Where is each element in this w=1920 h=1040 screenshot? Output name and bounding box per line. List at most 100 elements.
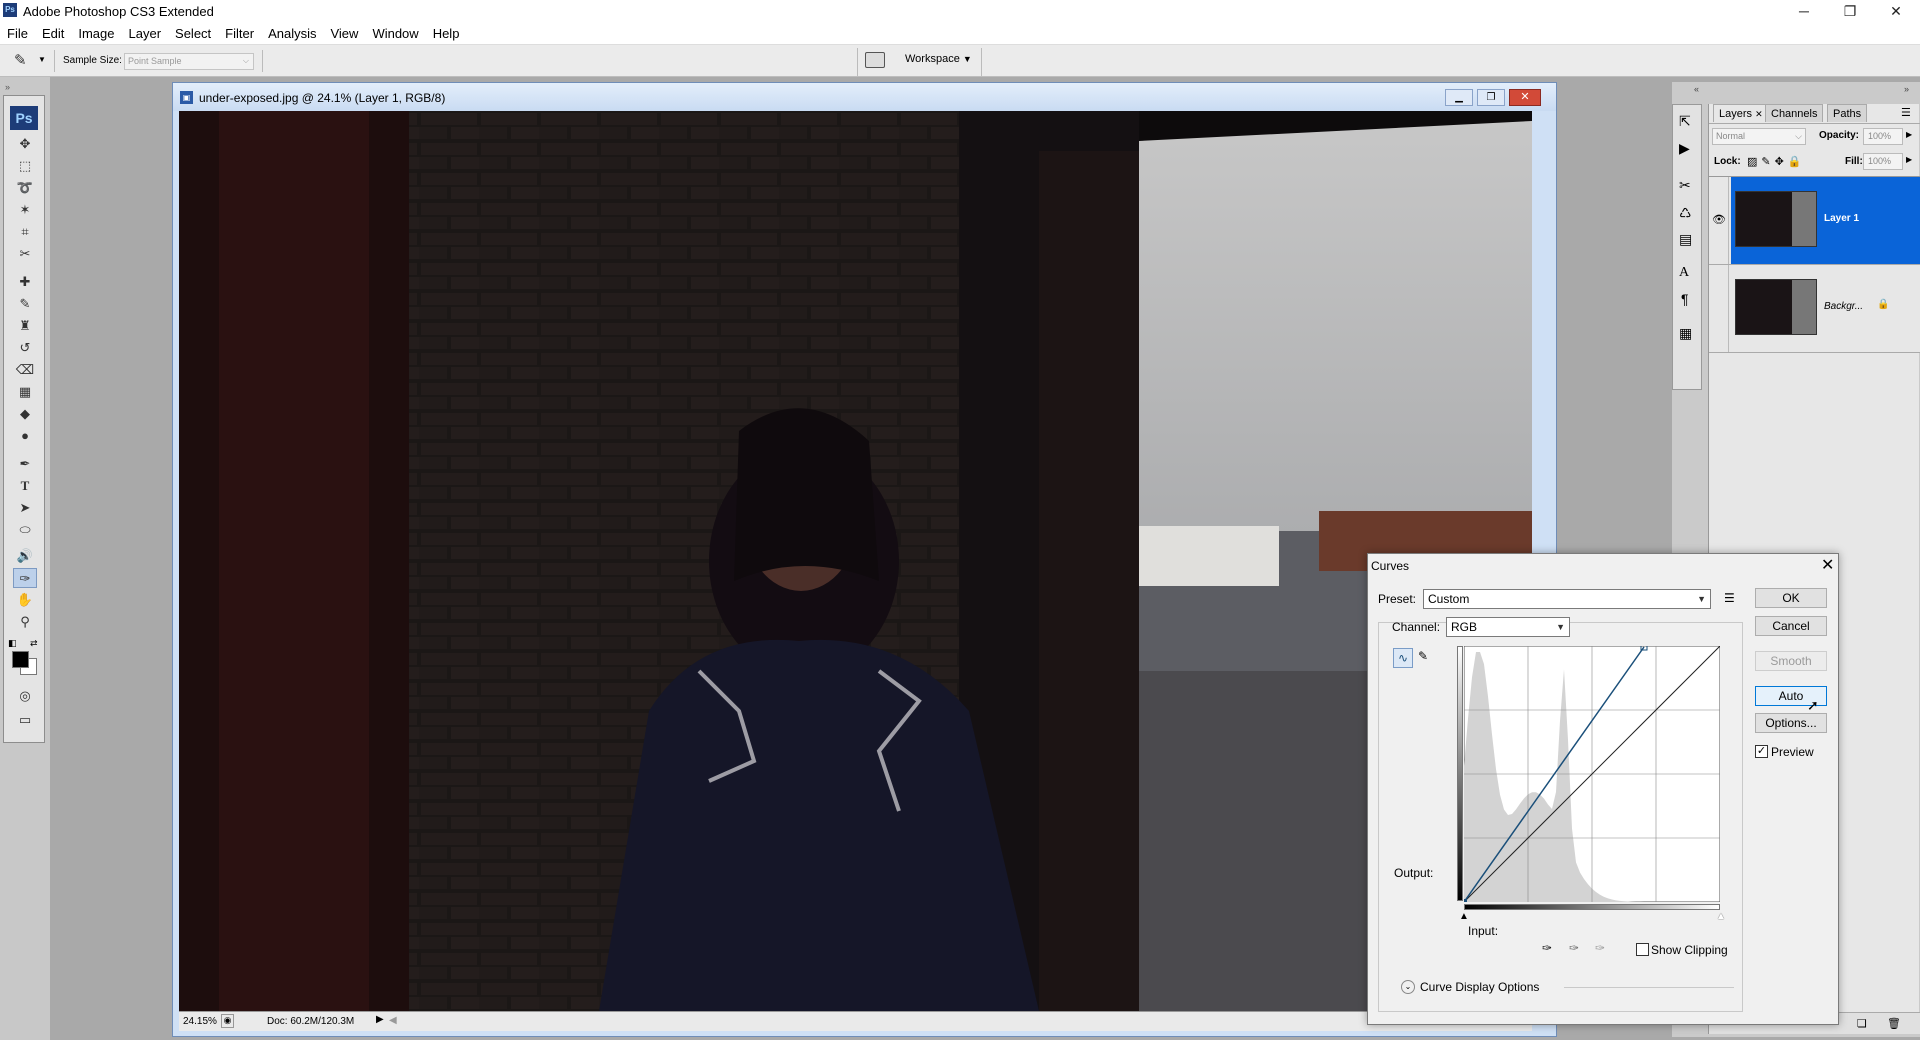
layer-row[interactable]: 👁 Layer 1 xyxy=(1709,177,1920,264)
menu-help[interactable]: Help xyxy=(426,23,467,44)
menu-window[interactable]: Window xyxy=(365,23,425,44)
workspace-menu[interactable]: Workspace ▼ xyxy=(905,53,972,65)
curve-point-tool-icon[interactable]: ∿ xyxy=(1393,648,1413,668)
white-eyedropper-icon[interactable]: ✑ xyxy=(1595,941,1605,955)
scroll-left-icon[interactable]: ◀ xyxy=(389,1015,397,1026)
path-select-icon[interactable]: ➤ xyxy=(13,498,37,518)
shape-tool-icon[interactable]: ⬭ xyxy=(13,520,37,540)
layer-name[interactable]: Backgr... xyxy=(1824,301,1863,312)
opacity-slider-arrow-icon[interactable]: ▶ xyxy=(1906,130,1912,139)
quick-mask-icon[interactable]: ◎ xyxy=(13,686,37,706)
pencil-tool-icon[interactable]: ✎ xyxy=(1418,649,1428,663)
menu-analysis[interactable]: Analysis xyxy=(261,23,323,44)
menu-file[interactable]: File xyxy=(0,23,35,44)
menu-image[interactable]: Image xyxy=(71,23,121,44)
dodge-tool-icon[interactable]: ● xyxy=(13,426,37,446)
curve-graph[interactable] xyxy=(1461,643,1721,905)
gradient-tool-icon[interactable]: ▦ xyxy=(13,382,37,402)
opacity-field[interactable]: 100% xyxy=(1863,128,1903,145)
bridge-icon[interactable] xyxy=(865,52,885,68)
pen-tool-icon[interactable]: ✒ xyxy=(13,454,37,474)
collapse-arrows-icon[interactable]: » xyxy=(5,82,10,92)
navigator-panel-icon[interactable]: ⇱ xyxy=(1679,113,1691,130)
white-point-slider[interactable]: ▲ xyxy=(1716,911,1726,922)
menu-layer[interactable]: Layer xyxy=(122,23,169,44)
lasso-tool-icon[interactable]: ➰ xyxy=(13,178,37,198)
doc-minimize-button[interactable]: ▁ xyxy=(1445,89,1473,106)
lock-icons[interactable]: ▨✎✥🔒 xyxy=(1747,155,1806,168)
tab-layers[interactable]: Layers ✕ xyxy=(1713,104,1769,122)
move-tool-icon[interactable]: ✥ xyxy=(13,134,37,154)
info-panel-icon[interactable]: ▦ xyxy=(1679,325,1692,342)
doc-close-button[interactable]: ✕ xyxy=(1509,89,1541,106)
foreground-color-swatch[interactable] xyxy=(12,651,29,668)
layer-name[interactable]: Layer 1 xyxy=(1824,213,1859,224)
image-canvas[interactable] xyxy=(179,111,1532,1011)
preset-options-icon[interactable]: ☰ xyxy=(1724,591,1735,605)
visibility-toggle[interactable]: 👁 xyxy=(1709,177,1729,264)
expand-arrows-icon[interactable]: « xyxy=(1694,84,1699,94)
expand-chevron-icon[interactable]: ⌄ xyxy=(1401,980,1415,994)
smooth-button[interactable]: Smooth xyxy=(1755,651,1827,671)
clone-stamp-icon[interactable]: ♜ xyxy=(13,316,37,336)
menu-select[interactable]: Select xyxy=(168,23,218,44)
status-menu-arrow-icon[interactable]: ▶ xyxy=(376,1014,384,1025)
eyedropper-tool-icon[interactable]: ✑ xyxy=(13,568,37,588)
zoom-tool-icon[interactable]: ⚲ xyxy=(13,612,37,632)
menu-filter[interactable]: Filter xyxy=(218,23,261,44)
clone-source-icon[interactable]: ♺ xyxy=(1679,205,1692,222)
maximize-button[interactable]: ❐ xyxy=(1827,0,1873,23)
tab-paths[interactable]: Paths xyxy=(1827,104,1868,122)
close-tab-icon[interactable]: ✕ xyxy=(1755,109,1763,119)
visibility-toggle[interactable] xyxy=(1709,265,1729,352)
black-eyedropper-icon[interactable]: ✑ xyxy=(1542,941,1552,955)
panel-menu-icon[interactable]: ☰ xyxy=(1901,106,1911,119)
zoom-level[interactable]: 24.15% xyxy=(183,1016,217,1027)
new-layer-icon[interactable]: ❏ xyxy=(1857,1017,1867,1030)
slice-tool-icon[interactable]: ✂ xyxy=(13,244,37,264)
tools-panel-icon[interactable]: ✂ xyxy=(1679,177,1691,194)
ok-button[interactable]: OK xyxy=(1755,588,1827,608)
layer-comps-icon[interactable]: ▤ xyxy=(1679,231,1692,248)
gray-eyedropper-icon[interactable]: ✑ xyxy=(1569,941,1579,955)
close-button[interactable]: ✕ xyxy=(1873,0,1919,23)
marquee-tool-icon[interactable]: ⬚ xyxy=(13,156,37,176)
type-tool-icon[interactable]: T xyxy=(13,476,37,496)
menu-edit[interactable]: Edit xyxy=(35,23,71,44)
layer-row[interactable]: Backgr... 🔒 xyxy=(1709,265,1920,352)
screen-mode-icon[interactable]: ▭ xyxy=(13,710,37,730)
dialog-close-button[interactable]: ✕ xyxy=(1821,555,1834,575)
notes-tool-icon[interactable]: 🔊 xyxy=(13,546,37,566)
menu-view[interactable]: View xyxy=(323,23,365,44)
healing-brush-icon[interactable]: ✚ xyxy=(13,272,37,292)
magic-wand-icon[interactable]: ✶ xyxy=(13,200,37,220)
history-brush-icon[interactable]: ↺ xyxy=(13,338,37,358)
channel-select[interactable]: RGB ▼ xyxy=(1446,617,1570,637)
blend-mode-select[interactable]: Normal ⌵ xyxy=(1712,128,1806,145)
tool-preset-arrow-icon[interactable]: ▼ xyxy=(38,55,46,64)
cancel-button[interactable]: Cancel xyxy=(1755,616,1827,636)
hand-tool-icon[interactable]: ✋ xyxy=(13,590,37,610)
swap-colors-icon[interactable]: ⇄ xyxy=(30,638,38,649)
fill-field[interactable]: 100% xyxy=(1863,153,1903,170)
show-clipping-checkbox[interactable] xyxy=(1636,943,1649,956)
histogram-panel-icon[interactable]: ▶ xyxy=(1679,140,1690,157)
black-point-slider[interactable]: ▲ xyxy=(1459,911,1469,922)
collapse-arrows-icon[interactable]: » xyxy=(1904,84,1909,94)
options-button[interactable]: Options... xyxy=(1755,713,1827,733)
minimize-button[interactable]: ─ xyxy=(1781,0,1827,23)
default-colors-icon[interactable]: ◧ xyxy=(8,638,17,649)
curve-display-options-label[interactable]: Curve Display Options xyxy=(1420,980,1539,994)
doc-restore-button[interactable]: ❐ xyxy=(1477,89,1505,106)
eyedropper-tool-icon[interactable]: ✎ xyxy=(14,51,27,69)
photoshop-logo[interactable]: Ps xyxy=(10,106,38,130)
trash-icon[interactable]: 🗑 xyxy=(1887,1017,1901,1030)
preview-checkbox[interactable]: ✓ xyxy=(1755,745,1768,758)
crop-tool-icon[interactable]: ⌗ xyxy=(13,222,37,242)
eraser-tool-icon[interactable]: ⌫ xyxy=(13,360,37,380)
fill-slider-arrow-icon[interactable]: ▶ xyxy=(1906,155,1912,164)
sample-size-select[interactable]: Point Sample ⌵ xyxy=(124,53,254,70)
curve-point-black[interactable] xyxy=(1461,899,1467,905)
tab-channels[interactable]: Channels xyxy=(1765,104,1824,122)
document-title-bar[interactable]: ▣ under-exposed.jpg @ 24.1% (Layer 1, RG… xyxy=(173,83,1556,111)
